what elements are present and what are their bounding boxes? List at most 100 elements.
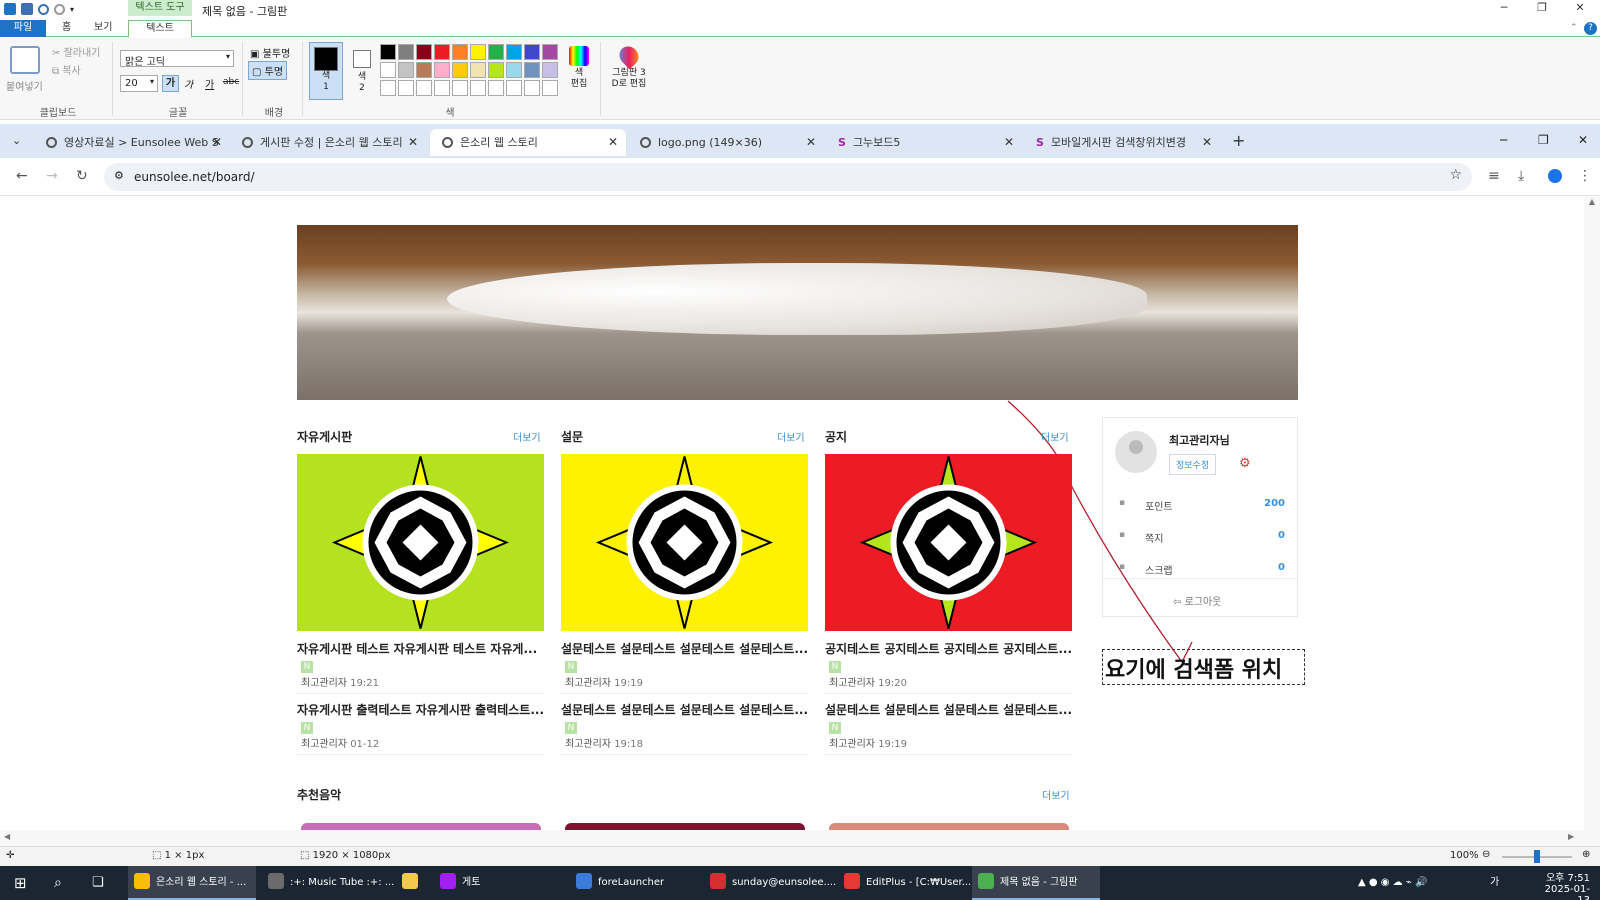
save-icon[interactable] [21, 3, 33, 15]
scroll-right-icon[interactable]: ▶ [1568, 832, 1574, 841]
taskbar-app[interactable]: 은소리 웹 스토리 - ... [128, 866, 256, 900]
palette-swatch[interactable] [434, 80, 450, 96]
reload-icon[interactable]: ↻ [76, 168, 88, 184]
opaque-button[interactable]: ▣ 불투명 [250, 45, 290, 60]
browser-tab-active[interactable]: 은소리 웹 스토리 ✕ [430, 129, 626, 156]
taskbar-app[interactable]: :+: Music Tube :+: ... [262, 866, 394, 900]
redo-icon[interactable] [54, 3, 65, 15]
font-family-select[interactable]: 맑은 고딕 ▾ [120, 50, 234, 68]
palette-swatch[interactable] [434, 44, 450, 60]
scroll-up-icon[interactable]: ▲ [1584, 197, 1600, 206]
post-title-link[interactable]: 자유게시판 출력테스트 자유게시판 출력테스트... N [297, 702, 544, 734]
palette-swatch[interactable] [506, 62, 522, 78]
profile-stat-value[interactable]: 0 [1278, 530, 1285, 541]
font-size-select[interactable]: 20 ▾ [120, 75, 158, 92]
paint-app-icon[interactable] [4, 3, 16, 15]
task-view-icon[interactable]: ❏ [86, 866, 104, 900]
post-title-link[interactable]: 설문테스트 설문테스트 설문테스트 설문테스트... N [561, 641, 808, 673]
palette-swatch[interactable] [488, 44, 504, 60]
menu-icon[interactable]: ⋮ [1578, 168, 1592, 184]
palette-swatch[interactable] [506, 80, 522, 96]
color1-button[interactable]: 색 1 [309, 42, 343, 100]
underline-button[interactable]: 가 [205, 76, 214, 91]
clock[interactable]: 오후 7:51 2025-01-13 [1534, 869, 1590, 900]
board-more-link[interactable]: 더보기 [777, 429, 805, 444]
palette-swatch[interactable] [452, 62, 468, 78]
paste-icon[interactable] [10, 46, 40, 74]
palette-swatch[interactable] [452, 44, 468, 60]
board-more-link[interactable]: 더보기 [513, 429, 541, 444]
palette-swatch[interactable] [524, 80, 540, 96]
taskbar-app[interactable]: foreLauncher [570, 866, 698, 900]
palette-swatch[interactable] [398, 44, 414, 60]
palette-swatch[interactable] [380, 80, 396, 96]
browser-tab-logo[interactable]: logo.png (149×36) ✕ [628, 129, 824, 156]
post-title-link[interactable]: 공지테스트 공지테스트 공지테스트 공지테스트... N [825, 641, 1072, 673]
paste-button[interactable]: 붙여넣기 [6, 78, 43, 93]
vertical-scrollbar[interactable]: ▲ [1584, 197, 1600, 830]
palette-swatch[interactable] [542, 44, 558, 60]
palette-swatch[interactable] [470, 62, 486, 78]
board-more-link[interactable]: 더보기 [1041, 429, 1069, 444]
palette-swatch[interactable] [380, 62, 396, 78]
customize-qat-icon[interactable]: ▾ [70, 5, 74, 14]
post-title-link[interactable]: 설문테스트 설문테스트 설문테스트 설문테스트... N [825, 702, 1072, 734]
gear-icon[interactable]: ⚙ [1239, 456, 1251, 471]
help-icon[interactable]: ? [1584, 22, 1597, 35]
bookmark-star-icon[interactable]: ☆ [1449, 167, 1462, 183]
profile-stat-value[interactable]: 0 [1278, 562, 1285, 573]
close-icon[interactable]: ✕ [408, 129, 418, 156]
palette-swatch[interactable] [416, 44, 432, 60]
edit-profile-button[interactable]: 정보수정 [1169, 454, 1217, 475]
taskbar-app[interactable]: sunday@eunsolee.... [704, 866, 836, 900]
maximize-button[interactable]: ❐ [1528, 1, 1556, 17]
palette-swatch[interactable] [416, 80, 432, 96]
close-icon[interactable]: ✕ [1202, 129, 1212, 156]
close-icon[interactable]: ✕ [212, 129, 222, 156]
strikethrough-button[interactable]: abc [223, 77, 239, 87]
zoom-out-icon[interactable]: ⊖ [1482, 849, 1490, 860]
transparent-button[interactable]: ▢ 투명 [248, 61, 288, 80]
browser-tab-mobile-board[interactable]: S 모바일게시판 검색창위치변경 ✕ [1024, 129, 1220, 156]
palette-swatch[interactable] [488, 62, 504, 78]
close-button[interactable]: ✕ [1566, 1, 1594, 17]
url-text[interactable]: eunsolee.net/board/ [134, 170, 255, 184]
close-icon[interactable]: ✕ [608, 129, 618, 156]
post-title-link[interactable]: 설문테스트 설문테스트 설문테스트 설문테스트... N [561, 702, 808, 734]
collapse-ribbon-icon[interactable]: ⌃ [1570, 23, 1578, 33]
zoom-slider-thumb[interactable] [1534, 850, 1540, 863]
board-thumbnail[interactable] [297, 454, 544, 631]
music-thumbnail[interactable] [565, 823, 805, 830]
browser-tab-board-edit[interactable]: 게시판 수정 | 은소리 웹 스토리 ✕ [230, 129, 426, 156]
taskbar-app[interactable]: 제목 없음 - 그림판 [972, 866, 1100, 900]
media-control-icon[interactable]: ≡ [1488, 168, 1500, 184]
browser-minimize-button[interactable]: ─ [1500, 133, 1507, 147]
browser-tab-gnuboard[interactable]: S 그누보드5 ✕ [826, 129, 1022, 156]
palette-swatch[interactable] [398, 62, 414, 78]
board-thumbnail[interactable] [825, 454, 1072, 631]
palette-swatch[interactable] [452, 80, 468, 96]
url-bar[interactable]: ⚙ eunsolee.net/board/ ☆ [104, 163, 1472, 191]
close-icon[interactable]: ✕ [1004, 129, 1014, 156]
profile-stat-value[interactable]: 200 [1264, 498, 1285, 509]
palette-swatch[interactable] [524, 62, 540, 78]
system-tray-icons[interactable]: ▲ ● ◉ ☁ ⌁ 🔊 [1352, 866, 1428, 900]
start-windows-icon[interactable]: ⊞ [8, 866, 27, 900]
browser-tab-video[interactable]: 영상자료실 > Eunsolee Web S ✕ [34, 129, 230, 156]
palette-swatch[interactable] [416, 62, 432, 78]
close-icon[interactable]: ✕ [806, 129, 816, 156]
palette-swatch[interactable] [398, 80, 414, 96]
tab-home[interactable]: 홈 [50, 20, 83, 37]
cut-button[interactable]: ✂ 잘라내기 [52, 44, 100, 59]
new-tab-button[interactable]: + [1232, 131, 1245, 150]
tab-file[interactable]: 파일 [0, 20, 46, 37]
italic-button[interactable]: 가 [184, 76, 193, 91]
scroll-left-icon[interactable]: ◀ [4, 832, 10, 841]
search-icon[interactable]: ⌕ [48, 866, 62, 900]
palette-swatch[interactable] [488, 80, 504, 96]
palette-swatch[interactable] [470, 44, 486, 60]
post-title-link[interactable]: 자유게시판 테스트 자유게시판 테스트 자유게... N [297, 641, 544, 673]
tab-view[interactable]: 보기 [82, 20, 124, 37]
zoom-in-icon[interactable]: ⊕ [1582, 849, 1590, 860]
taskbar-app[interactable] [396, 866, 426, 900]
